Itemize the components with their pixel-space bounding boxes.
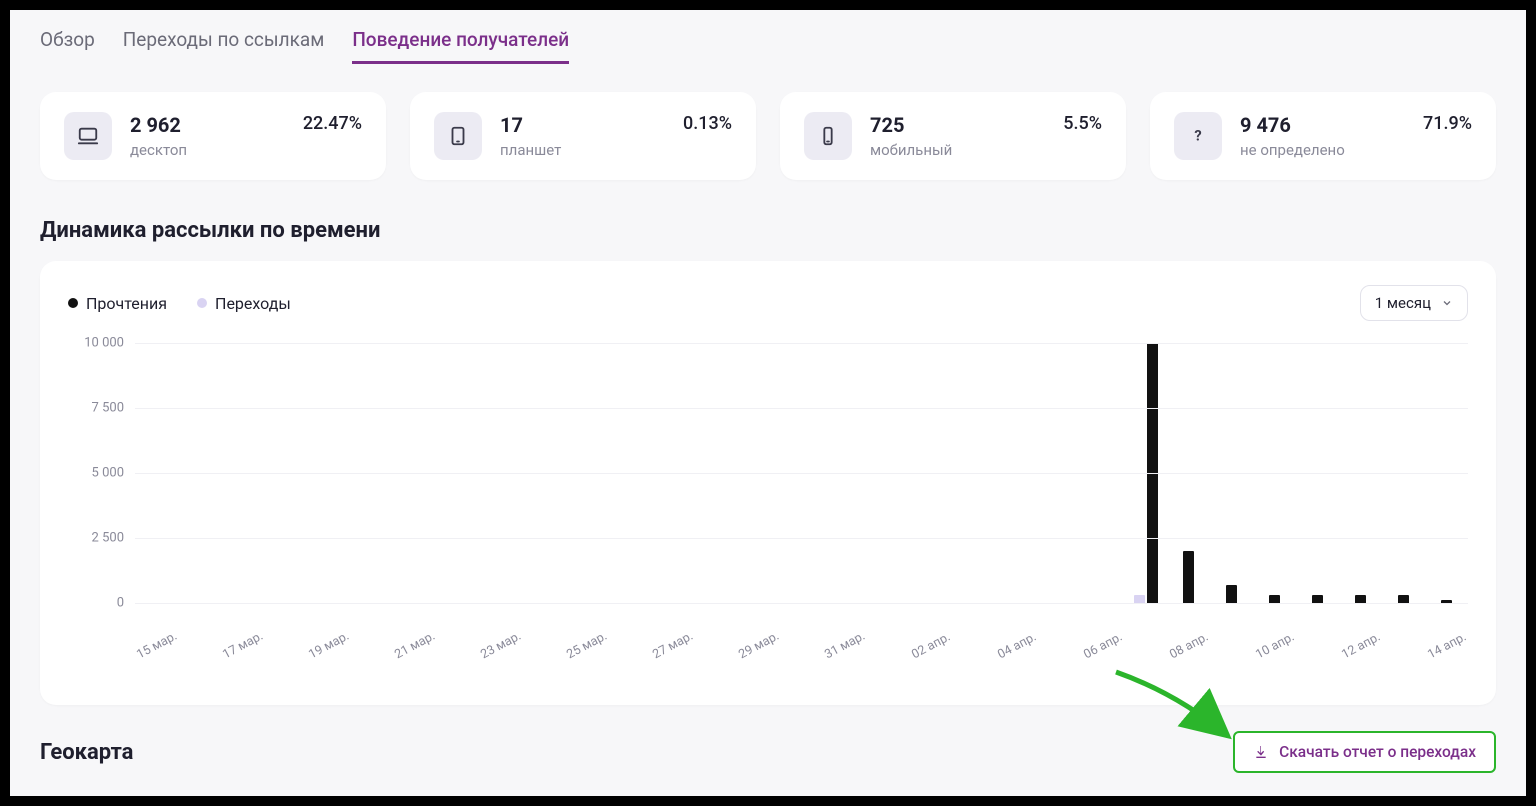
legend-item-reads[interactable]: Прочтения [68, 294, 167, 313]
grid-line [135, 343, 1468, 344]
mobile-icon [817, 125, 839, 147]
tab-1[interactable]: Переходы по ссылкам [123, 28, 325, 64]
grid-line [135, 473, 1468, 474]
legend-label-clicks: Переходы [215, 294, 291, 313]
card-percent: 0.13% [683, 113, 732, 134]
grid-line [135, 408, 1468, 409]
card-percent: 71.9% [1423, 113, 1472, 134]
legend-dot-reads [68, 298, 78, 308]
y-tick: 7 500 [92, 401, 124, 416]
chart-area: 02 5005 0007 50010 000 [68, 343, 1468, 643]
unknown-icon-box: ? [1174, 112, 1222, 160]
card-percent: 22.47% [303, 113, 362, 134]
legend-dot-clicks [197, 298, 207, 308]
tablet-icon-box [434, 112, 482, 160]
legend-label-reads: Прочтения [86, 294, 167, 313]
mobile-icon-box [804, 112, 852, 160]
desktop-icon [77, 125, 99, 147]
card-label: мобильный [870, 141, 952, 159]
device-stat-cards: 2 962 десктоп 22.47% 17 планшет 0.13% 72… [40, 92, 1496, 180]
card-value: 2 962 [130, 113, 187, 137]
question-icon: ? [1187, 125, 1209, 147]
y-tick: 10 000 [84, 336, 124, 351]
bar-clicks [1134, 595, 1145, 603]
device-card-tablet: 17 планшет 0.13% [410, 92, 756, 180]
y-tick: 2 500 [92, 531, 124, 546]
y-tick: 5 000 [92, 466, 124, 481]
download-report-label: Скачать отчет о переходах [1279, 743, 1476, 761]
bar-reads [1398, 595, 1409, 603]
card-label: не определено [1240, 141, 1345, 159]
device-card-mobile: 725 мобильный 5.5% [780, 92, 1126, 180]
chart-legend: Прочтения Переходы [68, 294, 291, 313]
legend-item-clicks[interactable]: Переходы [197, 294, 291, 313]
desktop-icon-box [64, 112, 112, 160]
grid-line [135, 603, 1468, 604]
tabs: Обзор Переходы по ссылкам Поведение получа… [40, 28, 1496, 64]
chart-x-axis: 15 мар.17 мар.19 мар.21 мар.23 мар.25 ма… [134, 643, 1468, 685]
bar-reads [1269, 595, 1280, 603]
grid-line [135, 538, 1468, 539]
card-value: 9 476 [1240, 113, 1345, 137]
svg-text:?: ? [1194, 127, 1201, 145]
tablet-icon [447, 125, 469, 147]
bar-reads [1355, 595, 1366, 603]
device-card-desktop: 2 962 десктоп 22.47% [40, 92, 386, 180]
tab-2[interactable]: Поведение получателей [352, 28, 569, 64]
section-title-geomap: Геокарта [40, 740, 133, 765]
card-value: 725 [870, 113, 952, 137]
card-label: планшет [500, 141, 561, 159]
card-percent: 5.5% [1063, 113, 1102, 134]
bar-reads [1226, 585, 1237, 603]
chart-y-axis: 02 5005 0007 50010 000 [68, 343, 134, 643]
bar-reads [1312, 595, 1323, 603]
device-card-unknown: ? 9 476 не определено 71.9% [1150, 92, 1496, 180]
card-value: 17 [500, 113, 561, 137]
card-label: десктоп [130, 141, 187, 159]
section-title-timeline: Динамика рассылки по времени [40, 218, 1496, 243]
chevron-down-icon [1441, 297, 1453, 309]
y-tick: 0 [117, 596, 124, 611]
tab-0[interactable]: Обзор [40, 28, 95, 64]
period-select[interactable]: 1 месяц [1360, 285, 1468, 321]
timeline-chart-panel: Прочтения Переходы 1 месяц 0 2 500 5 000 7 … [40, 261, 1496, 705]
chart-plot [134, 343, 1468, 643]
period-select-label: 1 месяц [1375, 294, 1431, 312]
download-icon [1253, 744, 1269, 760]
download-report-button[interactable]: Скачать отчет о переходах [1233, 731, 1496, 773]
bar-reads [1183, 551, 1194, 603]
